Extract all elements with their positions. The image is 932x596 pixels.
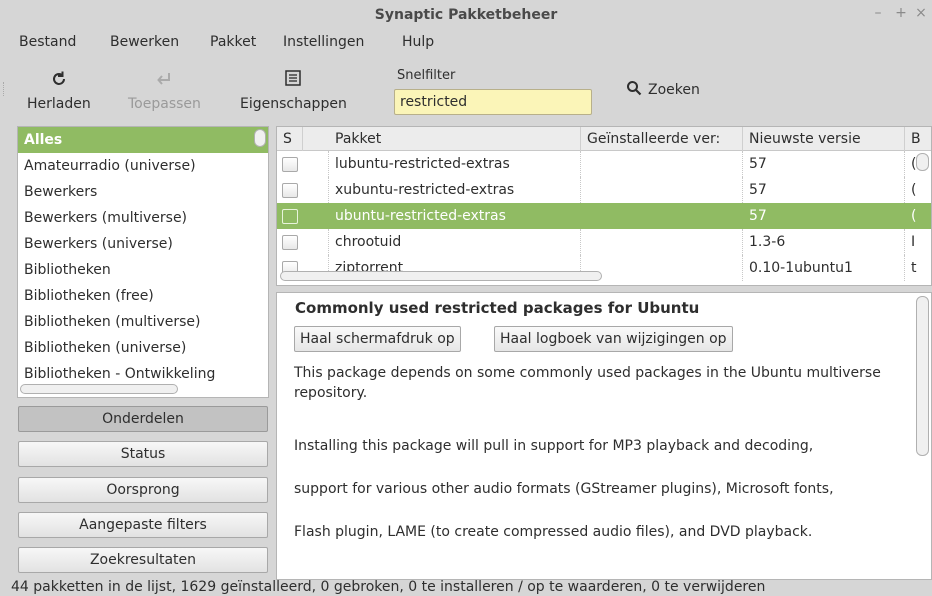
package-flag-cell — [303, 229, 329, 255]
package-extra-cell: ( — [911, 208, 917, 224]
description-paragraph: support for various other audio formats … — [294, 481, 834, 497]
menu-bar: Bestand Bewerken Pakket Instellingen Hul… — [0, 30, 932, 58]
search-button[interactable]: Zoeken — [626, 80, 700, 100]
package-flag-cell — [303, 203, 329, 229]
description-vertical-scrollbar[interactable] — [916, 296, 929, 456]
apply-button[interactable]: Toepassen — [128, 70, 201, 112]
filter-button-onderdelen[interactable]: Onderdelen — [18, 406, 268, 432]
package-extra-cell: ( — [911, 182, 917, 198]
category-item[interactable]: Bewerkers (universe) — [18, 231, 268, 257]
search-icon — [626, 80, 642, 100]
package-checkbox[interactable] — [282, 157, 298, 172]
apply-icon — [128, 70, 201, 92]
column-header-package[interactable]: Pakket — [329, 127, 581, 151]
status-text: 44 pakketten in de lijst, 1629 geïnstall… — [11, 579, 766, 595]
package-table-header: S Pakket Geïnstalleerde ver: Nieuwste ve… — [277, 127, 931, 151]
filter-button-oorsprong[interactable]: Oorsprong — [18, 477, 268, 503]
maximize-button[interactable]: + — [893, 5, 909, 21]
search-label: Zoeken — [648, 82, 700, 98]
package-installed-version — [581, 203, 743, 229]
category-item[interactable]: Bewerkers — [18, 179, 268, 205]
package-latest-version: 57 — [749, 177, 905, 203]
category-horizontal-scrollbar[interactable] — [20, 384, 178, 394]
package-latest-version: 57 — [749, 208, 767, 224]
status-bar: 44 pakketten in de lijst, 1629 geïnstall… — [0, 579, 932, 596]
column-header-extra[interactable]: B — [905, 127, 931, 151]
package-row[interactable]: chrootuid 1.3-6 I — [277, 229, 931, 255]
package-table: S Pakket Geïnstalleerde ver: Nieuwste ve… — [276, 126, 932, 286]
title-bar: Synaptic Pakketbeheer – + × — [0, 0, 932, 28]
properties-label: Eigenschappen — [240, 96, 347, 112]
package-name: chrootuid — [335, 229, 581, 255]
minimize-button[interactable]: – — [870, 5, 886, 21]
category-vertical-scrollbar[interactable] — [254, 129, 266, 147]
package-row-selected[interactable]: ubuntu-restricted-extras 57 ( — [277, 203, 931, 229]
category-item[interactable]: Bibliotheken (universe) — [18, 335, 268, 361]
package-installed-version — [581, 151, 743, 177]
package-installed-version — [581, 229, 743, 255]
get-screenshot-button[interactable]: Haal schermafdruk op — [294, 326, 461, 352]
package-installed-version — [581, 177, 743, 203]
column-header-installed[interactable]: Geïnstalleerde ver: — [581, 127, 743, 151]
category-item[interactable]: Bibliotheken — [18, 257, 268, 283]
reload-icon — [27, 70, 91, 92]
package-name: ubuntu-restricted-extras — [335, 208, 506, 224]
description-title: Commonly used restricted packages for Ub… — [295, 299, 700, 317]
apply-label: Toepassen — [128, 96, 201, 112]
menu-bestand[interactable]: Bestand — [19, 34, 76, 50]
close-button[interactable]: × — [913, 5, 929, 21]
package-row[interactable]: xubuntu-restricted-extras 57 ( — [277, 177, 931, 203]
reload-label: Herladen — [27, 96, 91, 112]
column-header-status[interactable]: S — [277, 127, 303, 151]
category-item[interactable]: Bibliotheken (multiverse) — [18, 309, 268, 335]
package-installed-version — [581, 255, 743, 281]
column-header-latest[interactable]: Nieuwste versie — [743, 127, 905, 151]
menu-instellingen[interactable]: Instellingen — [283, 34, 364, 50]
properties-icon — [240, 70, 347, 92]
package-flag-cell — [303, 151, 329, 177]
menu-hulp[interactable]: Hulp — [402, 34, 434, 50]
category-item[interactable]: Amateurradio (universe) — [18, 153, 268, 179]
properties-button[interactable]: Eigenschappen — [240, 70, 347, 112]
category-item[interactable]: Alles — [18, 127, 268, 153]
package-extra-cell: t — [911, 260, 917, 276]
package-latest-version: 57 — [749, 151, 905, 177]
package-vertical-scrollbar[interactable] — [916, 153, 929, 171]
reload-button[interactable]: Herladen — [27, 70, 91, 112]
package-name: lubuntu-restricted-extras — [335, 151, 581, 177]
package-flag-cell — [303, 177, 329, 203]
category-item[interactable]: Bibliotheken (free) — [18, 283, 268, 309]
menu-bewerken[interactable]: Bewerken — [110, 34, 179, 50]
package-extra-cell: I — [911, 234, 916, 250]
package-latest-version: 1.3-6 — [749, 229, 905, 255]
quickfilter-input[interactable] — [394, 89, 592, 115]
description-pane: Commonly used restricted packages for Ub… — [276, 292, 932, 580]
description-paragraph: Flash plugin, LAME (to create compressed… — [294, 524, 813, 540]
get-changelog-button[interactable]: Haal logboek van wijzigingen op — [494, 326, 733, 352]
quickfilter-label: Snelfilter — [397, 68, 456, 83]
package-checkbox[interactable] — [282, 183, 298, 198]
package-latest-version: 0.10-1ubuntu1 — [749, 255, 905, 281]
package-row[interactable]: lubuntu-restricted-extras 57 ( — [277, 151, 931, 177]
filter-button-status[interactable]: Status — [18, 441, 268, 467]
description-paragraph: This package depends on some commonly us… — [294, 365, 881, 401]
toolbar-grip — [3, 82, 5, 96]
description-paragraph: Installing this package will pull in sup… — [294, 438, 814, 454]
package-checkbox[interactable] — [282, 235, 298, 250]
package-horizontal-scrollbar[interactable] — [280, 271, 602, 281]
menu-pakket[interactable]: Pakket — [210, 34, 256, 50]
package-name: xubuntu-restricted-extras — [335, 177, 581, 203]
category-item[interactable]: Bewerkers (multiverse) — [18, 205, 268, 231]
category-list: Alles Amateurradio (universe) Bewerkers … — [17, 126, 269, 398]
window-title: Synaptic Pakketbeheer — [374, 7, 558, 23]
filter-button-searchresults[interactable]: Zoekresultaten — [18, 547, 268, 573]
filter-button-custom[interactable]: Aangepaste filters — [18, 512, 268, 538]
package-checkbox[interactable] — [282, 209, 298, 224]
